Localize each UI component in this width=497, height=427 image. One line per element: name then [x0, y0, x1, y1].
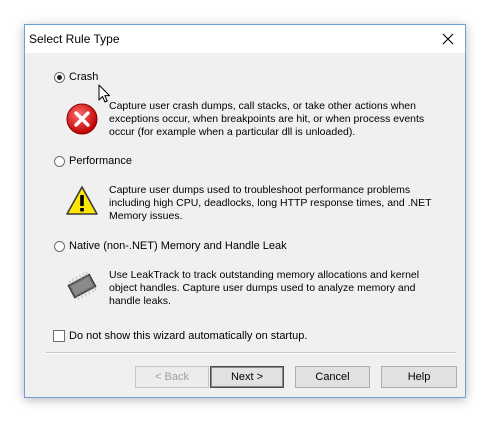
back-button[interactable]: < Back	[135, 366, 209, 388]
performance-radio[interactable]	[54, 156, 65, 167]
select-rule-type-dialog: Select Rule Type Crash Capture user cras…	[24, 24, 466, 398]
title-bar: Select Rule Type	[25, 25, 465, 53]
help-button[interactable]: Help	[381, 366, 457, 388]
memory-chip-icon	[67, 271, 97, 301]
error-icon	[66, 103, 98, 135]
performance-description: Capture user dumps used to troubleshoot …	[109, 184, 432, 222]
mouse-cursor-icon	[98, 84, 110, 103]
cancel-button[interactable]: Cancel	[295, 366, 370, 388]
dialog-title: Select Rule Type	[29, 32, 120, 46]
memory-leak-radio-label[interactable]: Native (non-.NET) Memory and Handle Leak	[69, 240, 287, 252]
close-icon	[442, 33, 454, 45]
next-button[interactable]: Next >	[210, 366, 284, 388]
separator	[46, 352, 456, 354]
crash-radio[interactable]	[54, 72, 65, 83]
close-button[interactable]	[431, 25, 465, 53]
warning-icon	[66, 186, 98, 215]
do-not-show-checkbox[interactable]	[53, 330, 65, 342]
memory-leak-radio[interactable]	[54, 241, 65, 252]
performance-radio-label[interactable]: Performance	[69, 155, 132, 167]
memory-leak-description: Use LeakTrack to track outstanding memor…	[109, 269, 420, 307]
crash-description: Capture user crash dumps, call stacks, o…	[109, 100, 425, 138]
crash-radio-label[interactable]: Crash	[69, 71, 98, 83]
do-not-show-label[interactable]: Do not show this wizard automatically on…	[69, 330, 307, 342]
